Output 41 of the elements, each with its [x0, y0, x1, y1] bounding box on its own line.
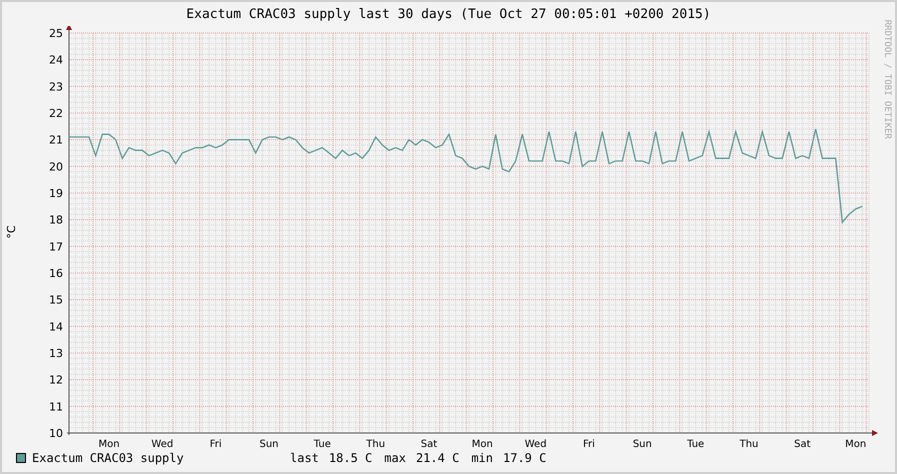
y-tick-label: 14 [49, 320, 63, 334]
x-tick-label: Mon [472, 439, 493, 448]
stat-value: 18.5 C [328, 450, 372, 467]
x-tick-label: Thu [740, 439, 758, 448]
y-tick-label: 15 [49, 294, 63, 307]
legend-label: Exactum CRAC03 supply [32, 450, 185, 467]
y-tick-label: 11 [49, 400, 63, 414]
x-tick-label: Fri [210, 439, 222, 448]
x-tick-label: Sat [794, 439, 811, 448]
y-tick-label: 16 [49, 267, 63, 280]
x-tick-label: Sun [632, 439, 652, 448]
y-tick-label: 23 [49, 80, 63, 94]
x-tick-label: Wed [524, 439, 547, 448]
y-tick-label: 25 [49, 27, 63, 40]
x-tick-label: Sun [259, 439, 279, 448]
x-tick-label: Mon [845, 439, 866, 448]
stat-label: min [471, 450, 493, 467]
x-tick-label: Tue [687, 439, 704, 448]
credit-text: RRDTOOL / TOBI OETIKER [880, 20, 893, 141]
x-tick-label: Tue [314, 439, 331, 448]
y-tick-label: 19 [49, 187, 63, 200]
x-tick-label: Mon [98, 439, 120, 448]
x-tick-label: Thu [366, 439, 386, 448]
y-tick-label: 22 [49, 107, 63, 120]
y-tick-label: 24 [49, 54, 63, 67]
x-tick-label: Sat [420, 439, 438, 448]
y-tick-label: 20 [49, 160, 63, 174]
y-tick-label: 13 [49, 347, 63, 360]
stat-value: 21.4 C [416, 450, 460, 467]
y-tick-label: 17 [49, 240, 63, 254]
y-axis-label: °C [5, 225, 18, 239]
y-tick-label: 21 [49, 134, 63, 147]
chart-title: Exactum CRAC03 supply last 30 days (Tue Oct 27 00:05:01 +0200 2015) [186, 6, 711, 24]
x-tick-label: Fri [583, 439, 595, 448]
x-tick-label: Wed [151, 439, 174, 448]
stat-label: last [290, 450, 319, 467]
stat-value: 17.9 C [503, 450, 546, 467]
y-tick-label: 18 [49, 214, 63, 227]
y-tick-label: 12 [49, 374, 63, 387]
stat-label: max [384, 450, 406, 467]
y-tick-label: 10 [49, 427, 63, 440]
